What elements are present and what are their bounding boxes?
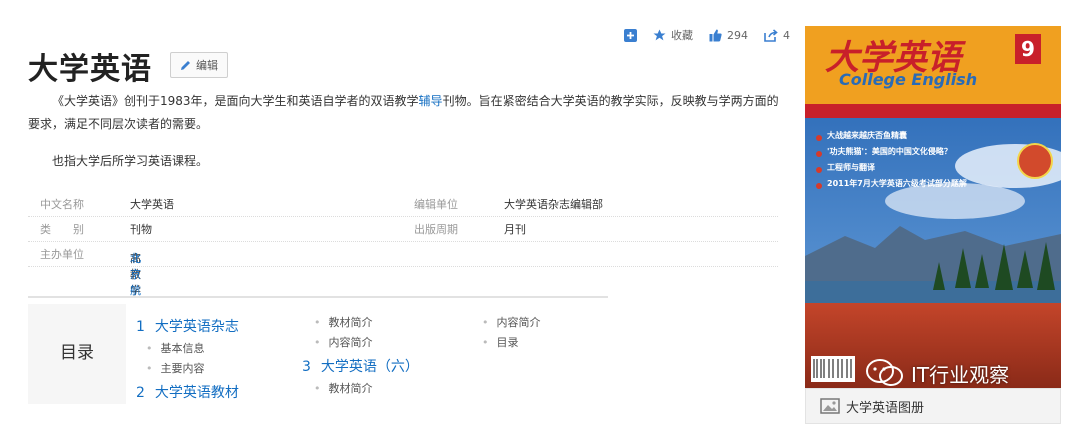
info-key: 编辑单位 — [414, 198, 458, 211]
catalog-num: 3 — [302, 359, 311, 375]
star-icon — [653, 29, 666, 40]
wechat-watermark: IT行业观察 — [865, 358, 1009, 388]
info-key: 类 别 — [40, 223, 84, 236]
add-button[interactable] — [624, 28, 637, 42]
album-label: 大学英语图册 — [846, 400, 925, 416]
like-button[interactable]: 294 — [709, 29, 748, 42]
catalog-subitem[interactable]: • 基本信息 — [146, 340, 205, 356]
pencil-icon — [181, 60, 190, 70]
cover-headline: 2011年7月大学英语六级考试部分题解 — [827, 179, 967, 188]
catalog-subitem[interactable]: • 内容简介 — [314, 334, 373, 350]
cover-title-en: College English — [839, 70, 978, 89]
basic-info-table: 中文名称 大学英语 编辑单位 大学英语杂志编辑部 类 别 刊物 出版周期 月刊 … — [28, 192, 778, 425]
info-key: 主办单位 — [40, 248, 84, 261]
catalog-num: 1 — [136, 319, 145, 335]
share-icon — [764, 28, 778, 42]
info-key: 出版周期 — [414, 223, 458, 236]
intro-paragraph-2: 也指大学后所学习英语课程。 — [52, 154, 209, 168]
edit-button[interactable]: 编辑 — [170, 52, 228, 78]
picture-icon — [820, 398, 840, 414]
catalog-item-3[interactable]: 3 大学英语（六） — [302, 356, 419, 376]
collect-label: 收藏 — [671, 29, 693, 42]
info-key: 中文名称 — [40, 198, 84, 211]
info-row: 中文名称 大学英语 编辑单位 大学英语杂志编辑部 — [28, 192, 778, 217]
info-value: 刊物 — [130, 223, 152, 236]
plus-icon — [624, 28, 637, 42]
catalog-subitem[interactable]: • 主要内容 — [146, 360, 205, 376]
page-title: 大学英语 — [28, 52, 152, 87]
intro-text-1a: 《大学英语》创刊于1983年，是面向大学生和英语自学者的双语教学 — [52, 94, 419, 108]
catalog-title: 目录 — [60, 343, 94, 363]
share-count: 4 — [783, 28, 790, 42]
wechat-icon — [866, 359, 903, 386]
catalog-label: 大学英语（六） — [320, 359, 419, 375]
cover-headline: 工程师与翻译 — [827, 163, 875, 172]
magazine-cover-image[interactable]: 大学英语 College English 9 大战越来越庆否鱼精囊 '功夫熊猫'… — [805, 26, 1061, 388]
catalog-label: 大学英语杂志 — [154, 319, 239, 335]
intro-link-fudao[interactable]: 辅导 — [419, 94, 443, 108]
album-link[interactable]: 大学英语图册 — [805, 388, 1061, 424]
collect-button[interactable]: 收藏 — [653, 27, 693, 43]
watermark-text: IT行业观察 — [911, 362, 1010, 387]
catalog: 目录 1 大学英语杂志 • 基本信息 • 主要内容 2 大学英语教材 • 教材简介 • 内容… — [28, 296, 608, 426]
intro-paragraph-1: 《大学英语》创刊于1983年，是面向大学生和英语自学者的双语教学辅导刊物。旨在紧… — [28, 90, 786, 136]
edit-label: 编辑 — [196, 59, 218, 72]
info-value: 大学英语 — [130, 198, 174, 211]
cover-headline: 大战越来越庆否鱼精囊 — [827, 131, 907, 140]
entry-toolbar: 收藏 294 4 — [624, 26, 806, 44]
catalog-subitem[interactable]: • 目录 — [482, 334, 519, 350]
info-row: 主办单位 北京高教学会大学英语研究会; 北京航空航天大学 — [28, 242, 778, 425]
catalog-subitem[interactable]: • 教材简介 — [314, 380, 373, 396]
catalog-label: 大学英语教材 — [154, 385, 239, 401]
thumbs-up-icon — [709, 29, 722, 41]
info-value: 月刊 — [504, 223, 526, 236]
cover-issue-number: 9 — [1015, 34, 1041, 64]
catalog-header: 目录 — [28, 304, 126, 404]
catalog-subitem[interactable]: • 教材简介 — [314, 314, 373, 330]
catalog-subitem[interactable]: • 内容简介 — [482, 314, 541, 330]
like-count: 294 — [727, 28, 748, 42]
info-value: 大学英语杂志编辑部 — [504, 198, 603, 211]
share-button[interactable]: 4 — [764, 29, 790, 42]
catalog-num: 2 — [136, 385, 145, 401]
catalog-item-1[interactable]: 1 大学英语杂志 — [136, 316, 239, 336]
info-row: 类 别 刊物 出版周期 月刊 — [28, 217, 778, 242]
catalog-item-2[interactable]: 2 大学英语教材 — [136, 382, 239, 402]
cover-headline: '功夫熊猫'：美国的中国文化侵略？ — [827, 147, 952, 156]
